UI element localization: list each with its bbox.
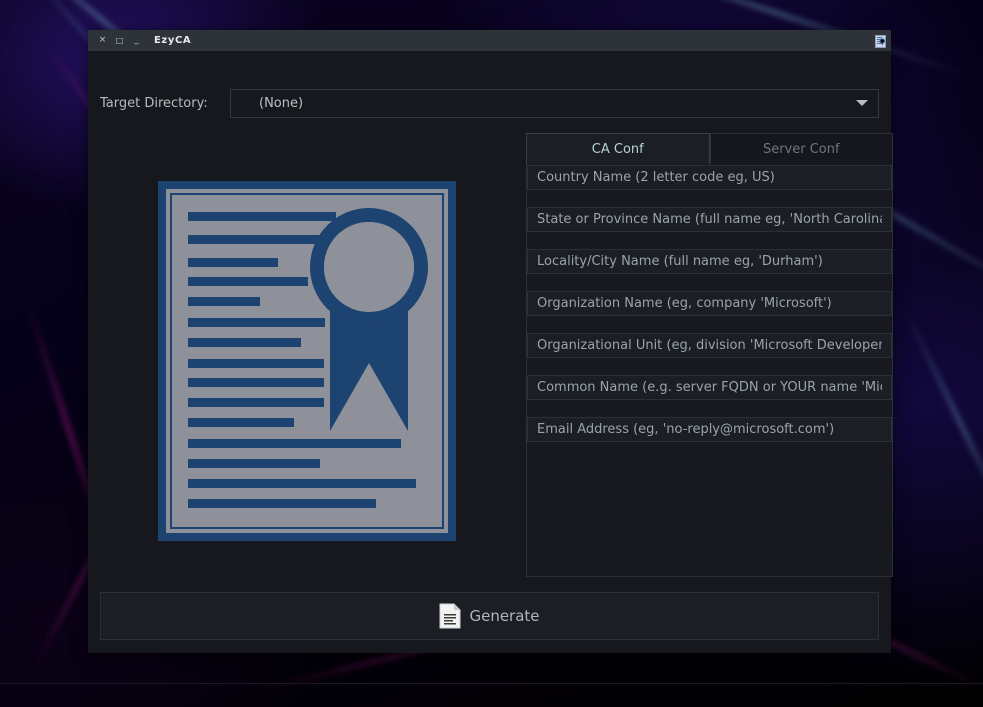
wallpaper-divider-line [0,683,983,684]
window-content: Target Directory: (None) CA Conf Server … [88,51,893,653]
generate-button-label: Generate [469,607,540,625]
generate-bar: Generate [100,592,879,640]
target-directory-row: Target Directory: (None) [100,88,879,118]
window-titlebar[interactable]: × □ _ EzyCA [88,30,891,51]
application-window: × □ _ EzyCA Target Directory: (None) CA … [88,30,893,653]
country-name-input[interactable] [527,165,892,190]
tab-ca-conf-label: CA Conf [591,141,644,157]
ca-conf-form [526,164,893,577]
minimize-icon[interactable]: _ [128,30,145,51]
target-directory-dropdown[interactable]: (None) [230,88,879,118]
tab-server-conf-label: Server Conf [762,141,840,157]
conf-panel: CA Conf Server Conf [526,133,893,577]
close-icon[interactable]: × [94,30,111,51]
tab-server-conf[interactable]: Server Conf [709,133,893,164]
email-address-input[interactable] [527,417,892,442]
target-directory-value: (None) [259,95,304,111]
window-title: EzyCA [154,35,192,46]
maximize-icon[interactable]: □ [111,30,128,51]
generate-button[interactable]: Generate [100,592,879,640]
certificate-illustration [158,181,456,541]
common-name-input[interactable] [527,375,892,400]
tab-ca-conf[interactable]: CA Conf [526,133,710,164]
state-province-input[interactable] [527,207,892,232]
chevron-down-icon[interactable] [856,100,868,106]
target-directory-label: Target Directory: [100,95,208,111]
certificate-app-icon[interactable] [872,33,888,49]
document-icon [439,603,461,629]
tab-bar: CA Conf Server Conf [526,133,893,164]
certificate-preview-pane [100,131,514,577]
locality-city-input[interactable] [527,249,892,274]
organization-name-input[interactable] [527,291,892,316]
organizational-unit-input[interactable] [527,333,892,358]
